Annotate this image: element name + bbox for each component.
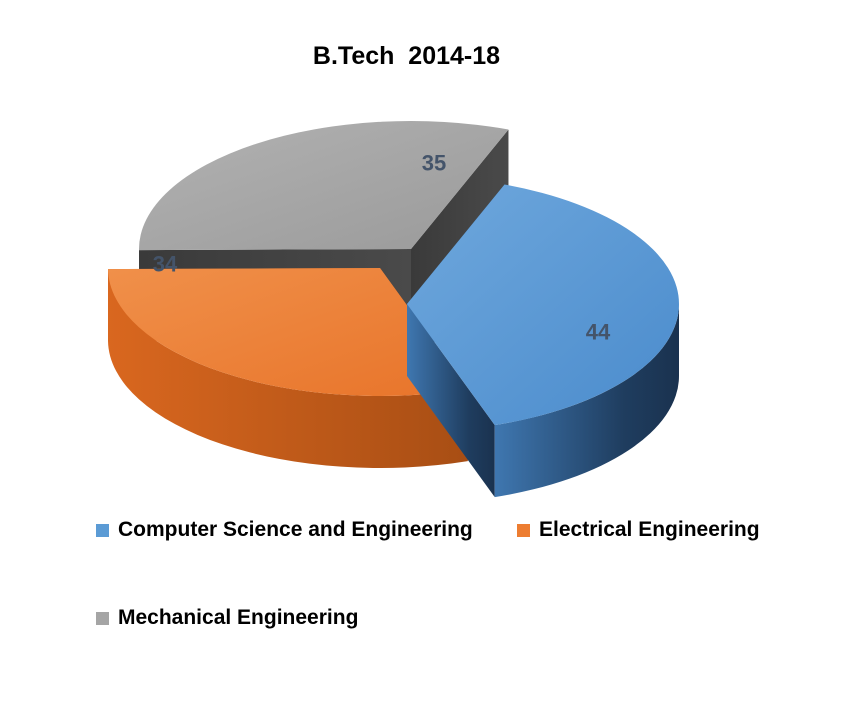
legend-label-me: Mechanical Engineering [118,606,359,629]
chart: B.Tech 2014-18 353444 Computer Science [0,0,851,720]
data-label-cse: 44 [586,320,611,345]
legend-label-ee: Electrical Engineering [539,518,760,541]
data-label-ee: 34 [153,252,178,277]
legend-label-cse: Computer Science and Engineering [118,518,473,541]
data-label-me: 35 [422,151,446,176]
legend-swatch-ee [517,523,530,537]
legend-item-ee: Electrical Engineering [517,518,760,542]
legend-swatch-me [96,611,109,625]
legend-item-cse: Computer Science and Engineering [96,518,473,542]
legend-swatch-cse [96,523,109,537]
legend-item-me: Mechanical Engineering [96,606,358,630]
